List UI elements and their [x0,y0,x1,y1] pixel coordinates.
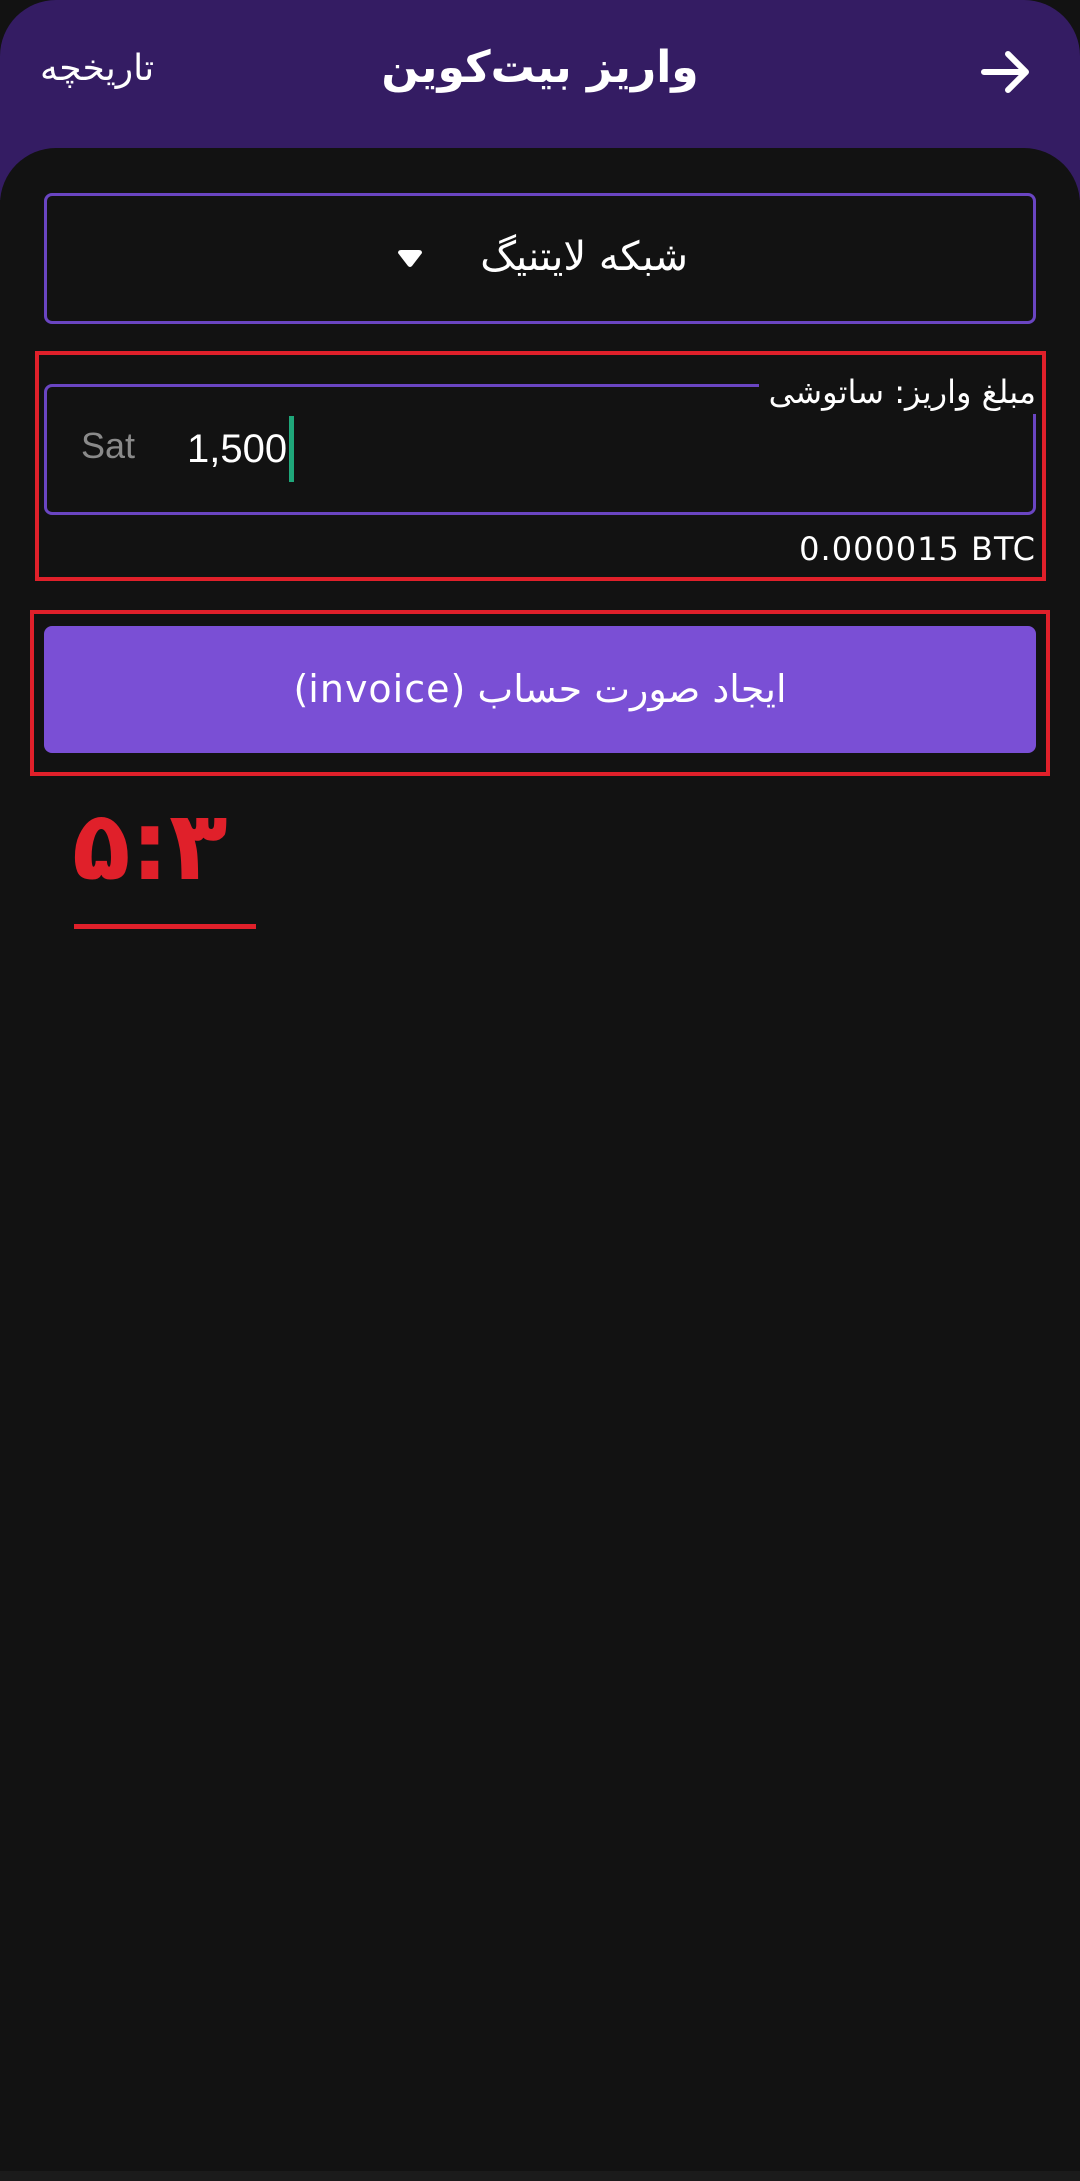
annotation-time: ۵:۳ [72,790,228,902]
amount-label: مبلغ واریز: ساتوشی [768,373,1036,411]
page-title: واریز بیت‌کوین [381,42,699,93]
btc-equivalent: 0.000015 BTC [799,530,1036,568]
back-button[interactable] [978,44,1034,100]
sat-unit-label: Sat [81,425,136,466]
annotation-underline [74,924,256,929]
amount-value: 1,500 [187,426,288,471]
network-selected-value: شبکه لایتنیگ [480,234,688,280]
amount-input[interactable]: 1,500 [187,416,295,482]
bottom-bar [0,2171,1080,2181]
arrow-right-icon [981,51,1029,93]
caret-down-icon [398,250,422,267]
create-invoice-button[interactable]: ایجاد صورت حساب (invoice) [44,626,1036,753]
amount-label-container: مبلغ واریز: ساتوشی [758,370,1036,414]
network-select[interactable]: شبکه لایتنیگ [44,193,1036,324]
text-cursor [289,416,295,482]
deposit-bitcoin-screen: تاریخچه واریز بیت‌کوین شبکه لایتنیگ مبلغ… [0,0,1080,2181]
